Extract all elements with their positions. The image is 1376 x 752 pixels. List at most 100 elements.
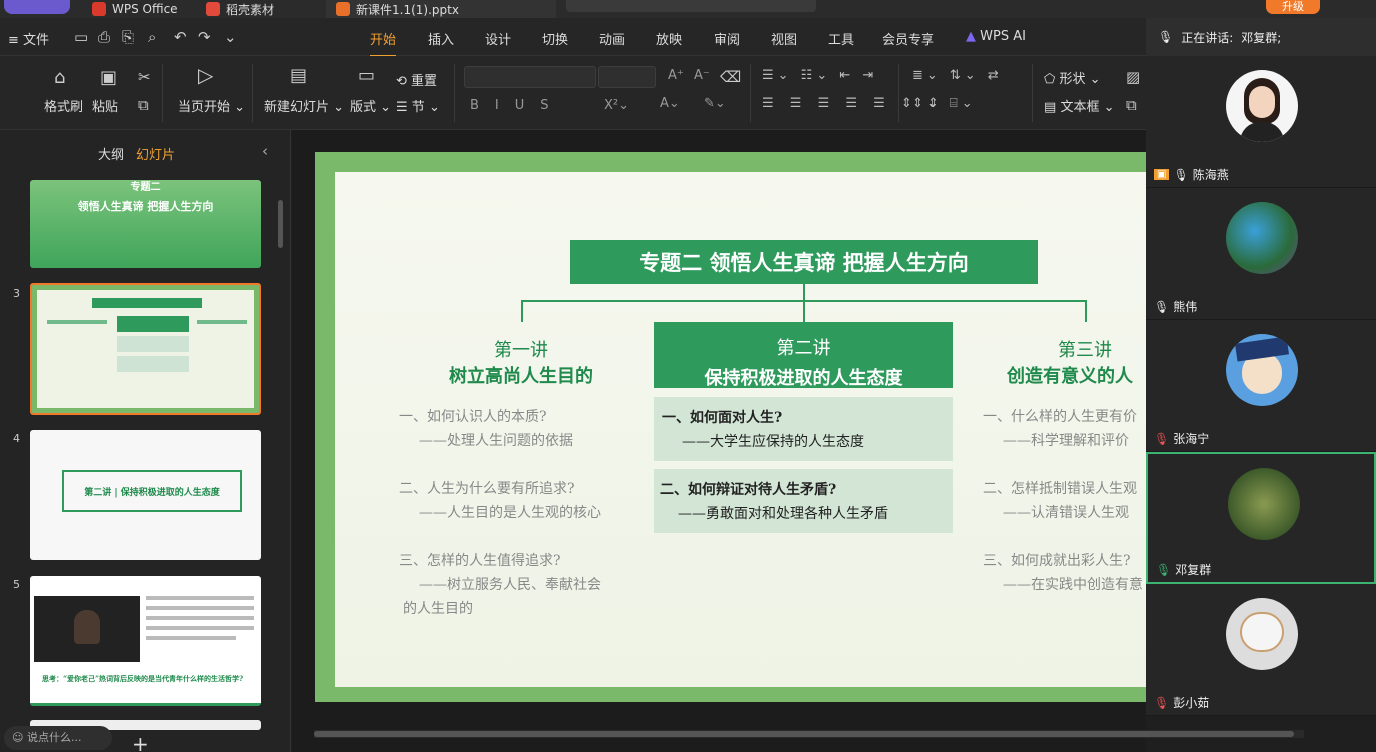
tab-tools[interactable]: 工具 xyxy=(828,29,854,48)
reset-icon: ⟲ xyxy=(396,74,407,89)
avatar xyxy=(1226,598,1298,670)
microphone-active-icon: 🎙 xyxy=(1156,562,1172,577)
avatar xyxy=(1226,202,1298,274)
participant-tile[interactable]: 🎙 熊伟 xyxy=(1146,188,1376,320)
export-pdf-icon[interactable]: ⎙ xyxy=(98,30,110,45)
microphone-icon: 🎙 xyxy=(1158,30,1174,44)
redo-icon[interactable]: ↷ xyxy=(198,30,211,45)
tab-design[interactable]: 设计 xyxy=(485,29,511,48)
microphone-muted-icon: 🎙 xyxy=(1154,431,1170,446)
text-style-buttons[interactable]: BIUS xyxy=(470,98,565,113)
paste-button[interactable]: 粘贴 xyxy=(92,96,118,115)
avatar xyxy=(1226,334,1298,406)
copy-icon[interactable]: ⧉ xyxy=(138,98,149,113)
play-icon: ▷ xyxy=(198,63,214,87)
participant-tile-active[interactable]: 🎙 邓复群 xyxy=(1146,452,1376,584)
line-spacing-buttons[interactable]: ⇕⌄ ⌸⌄ xyxy=(912,96,977,111)
tab-review[interactable]: 审阅 xyxy=(714,29,740,48)
video-still xyxy=(34,596,140,662)
shape-icon: ⬠ xyxy=(1044,72,1056,87)
microphone-muted-icon: 🎙 xyxy=(1154,695,1170,710)
participant-tile[interactable]: ▣ 🎙 陈海燕 xyxy=(1146,56,1376,188)
microphone-icon: 🎙 xyxy=(1173,167,1189,182)
undo-icon[interactable]: ↶ xyxy=(174,30,187,45)
slide-thumbnail-5[interactable]: 思考：“爱你老己”热词背后反映的是当代青年什么样的生活哲学? xyxy=(30,576,261,706)
slide-3[interactable]: 专题二 领悟人生真谛 把握人生方向 第一讲 树立高尚人生目的 一、如何认识人的本… xyxy=(315,152,1155,702)
print-icon[interactable]: ⎘ xyxy=(122,30,134,45)
font-shrink-button[interactable]: A⁻ xyxy=(694,68,710,83)
tab-wps-office[interactable]: WPS Office xyxy=(82,0,188,18)
print-preview-icon[interactable]: ⌕ xyxy=(148,30,156,45)
participant-tile[interactable]: 🎙 张海宁 xyxy=(1146,320,1376,452)
save-icon[interactable]: ▭ xyxy=(74,30,88,45)
shape-button[interactable]: ⬠ 形状 ⌄ xyxy=(1044,68,1101,87)
superscript-button[interactable]: X²⌄ xyxy=(604,98,629,113)
eraser-icon[interactable]: ⌫ xyxy=(720,70,741,85)
highlight-button[interactable]: ✎⌄ xyxy=(704,96,726,111)
ppt-logo-icon xyxy=(336,2,350,16)
font-name-select[interactable] xyxy=(464,66,596,88)
panel-scrollbar[interactable] xyxy=(278,200,283,248)
format-painter-button[interactable]: 格式刷 xyxy=(44,96,83,115)
format-painter-icon: ⌂ xyxy=(54,67,66,88)
smile-icon: ☺ xyxy=(12,731,24,744)
start-current-button[interactable]: 当页开始 ⌄ xyxy=(178,96,245,115)
meeting-panel: 🎙 正在讲话: 邓复群; ▣🎙陈海燕 🎙熊伟 🎙张海宁 � xyxy=(1146,18,1376,716)
font-grow-button[interactable]: A⁺ xyxy=(668,68,684,83)
tab-transition[interactable]: 切换 xyxy=(542,29,568,48)
tab-slides[interactable]: 幻灯片 xyxy=(136,144,175,163)
slide-content: 专题二 领悟人生真谛 把握人生方向 第一讲 树立高尚人生目的 一、如何认识人的本… xyxy=(335,172,1155,687)
slide-title: 专题二 领悟人生真谛 把握人生方向 xyxy=(570,240,1038,284)
new-slide-button[interactable]: 新建幻灯片 ⌄ xyxy=(264,96,344,115)
layout-icon: ▭ xyxy=(358,65,376,86)
title-bar: WPS Office 稻壳素材 新课件1.1(1).pptx 升级 xyxy=(0,0,1376,18)
tab-home[interactable]: 开始 xyxy=(370,29,397,57)
lecture2-item-2: 二、如何辩证对待人生矛盾? ——勇敢面对和处理各种人生矛盾 xyxy=(654,469,953,533)
speaking-indicator: 🎙 正在讲话: 邓复群; xyxy=(1146,18,1376,56)
slides-panel: 大纲 幻灯片 ‹ 专题二 领悟人生真谛 把握人生方向 3 4 第二讲 | 保持积 xyxy=(0,130,291,752)
tab-wps-ai[interactable]: ▲ WPS AI xyxy=(966,29,1026,44)
font-color-button[interactable]: A⌄ xyxy=(660,96,680,111)
reset-button[interactable]: ⟲ 重置 xyxy=(396,70,437,89)
tab-slideshow[interactable]: 放映 xyxy=(656,29,682,48)
tab-insert[interactable]: 插入 xyxy=(428,29,454,48)
new-slide-icon: ▤ xyxy=(290,65,308,86)
lecture2-header: 第二讲 保持积极进取的人生态度 xyxy=(654,322,953,389)
tab-animation[interactable]: 动画 xyxy=(599,29,625,48)
lecture1-number: 第一讲 xyxy=(494,340,548,361)
chat-input[interactable]: ☺ 说点什么... xyxy=(4,726,112,750)
tab-daoke[interactable]: 稻壳素材 xyxy=(196,0,284,18)
textbox-button[interactable]: ▤ 文本框 ⌄ xyxy=(1044,96,1114,115)
tab-view[interactable]: 视图 xyxy=(771,29,797,48)
tab-outline[interactable]: 大纲 xyxy=(98,144,124,163)
textbox-icon: ▤ xyxy=(1044,100,1057,115)
participant-tile[interactable]: 🎙 彭小茹 xyxy=(1146,584,1376,716)
font-size-select[interactable] xyxy=(598,66,656,88)
lecture1-title: 树立高尚人生目的 xyxy=(449,366,593,387)
cut-icon[interactable]: ✂ xyxy=(138,70,151,85)
add-slide-icon[interactable]: + xyxy=(132,732,149,752)
slide-thumbnail-2[interactable]: 专题二 领悟人生真谛 把握人生方向 xyxy=(30,180,261,268)
slide-thumbnail-3[interactable] xyxy=(30,283,261,415)
wps-logo-icon xyxy=(92,2,106,16)
collapse-panel-icon[interactable]: ‹ xyxy=(262,142,268,160)
chevron-down-icon[interactable]: ⌄ xyxy=(224,30,237,45)
tab-document[interactable]: 新课件1.1(1).pptx xyxy=(326,0,556,18)
host-badge-icon: ▣ xyxy=(1154,169,1170,180)
section-button[interactable]: ☰ 节 ⌄ xyxy=(396,96,440,115)
text-direction-buttons[interactable]: ≣⌄ ⇅⌄ ⇄ xyxy=(912,68,1003,83)
horizontal-scrollbar[interactable] xyxy=(314,730,1304,738)
tab-member[interactable]: 会员专享 xyxy=(882,29,934,48)
avatar xyxy=(1226,70,1298,142)
lecture3-title: 创造有意义的人 xyxy=(1007,366,1133,387)
paragraph-list-buttons[interactable]: ☰⌄ ☷⌄ ⇤ ⇥ xyxy=(762,68,877,83)
home-button[interactable] xyxy=(4,0,70,14)
slide-canvas[interactable]: 专题二 领悟人生真谛 把握人生方向 第一讲 树立高尚人生目的 一、如何认识人的本… xyxy=(292,130,1304,752)
menu-file[interactable]: ≡ 文件 xyxy=(8,29,49,48)
upgrade-button[interactable]: 升级 xyxy=(1266,0,1320,14)
daoke-logo-icon xyxy=(206,2,220,16)
picture-icon[interactable]: ▨ xyxy=(1126,70,1140,85)
layout-button[interactable]: 版式 ⌄ xyxy=(350,96,391,115)
slide-thumbnail-4[interactable]: 第二讲 | 保持积极进取的人生态度 xyxy=(30,430,261,560)
arrange-icon[interactable]: ⧉ xyxy=(1126,98,1137,113)
